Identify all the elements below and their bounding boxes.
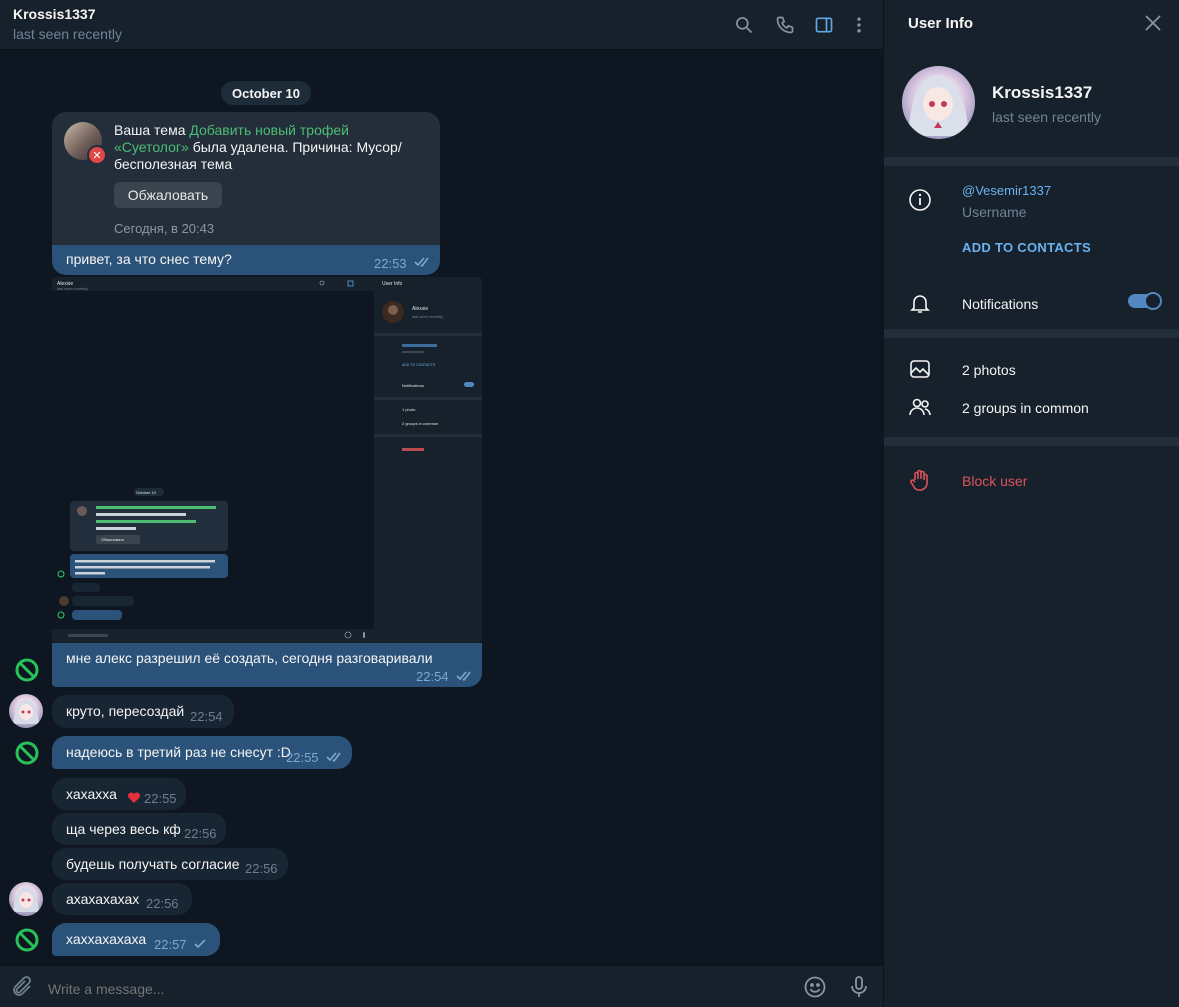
toggle-knob — [1144, 292, 1162, 310]
message-time: 22:56 — [146, 896, 179, 911]
shot-button: Обжаловать — [101, 537, 124, 542]
groups-in-common-link[interactable]: 2 groups in common — [962, 400, 1089, 416]
emoji-icon[interactable] — [803, 975, 827, 999]
message-time: 22:57 — [154, 937, 187, 952]
profile-avatar[interactable] — [902, 66, 975, 139]
message-list[interactable]: October 10 ✕ Ваша тема Добавить новый тр… — [0, 51, 883, 965]
notification-text: Ваша тема Добавить новый трофей «Суетоло… — [114, 122, 424, 173]
double-check-icon — [326, 752, 341, 762]
ban-icon — [14, 740, 40, 766]
message-text: надеюсь в третий раз не снесут :D — [66, 744, 291, 760]
message-bubble[interactable]: ахахахахах 22:56 — [52, 883, 192, 915]
section-divider — [884, 329, 1179, 338]
photo-icon — [910, 360, 930, 378]
forwarded-notification[interactable]: ✕ Ваша тема Добавить новый трофей «Суето… — [52, 112, 440, 245]
screenshot-image[interactable]: Alexsie last seen recently User Info Ale… — [52, 277, 482, 643]
double-check-icon — [456, 671, 471, 681]
telegram-window: Krossis1337 last seen recently October 1… — [0, 0, 1179, 1007]
message-time: 22:56 — [245, 861, 278, 876]
shot-status: last seen recently — [57, 286, 88, 291]
panel-title: User Info — [908, 15, 974, 32]
shot-photos: 1 photo — [402, 407, 416, 412]
message-composer — [0, 965, 883, 1007]
message-time: 22:53 — [374, 256, 407, 271]
username-label: Username — [962, 204, 1027, 220]
profile-name: Krossis1337 — [992, 83, 1093, 102]
add-to-contacts-button[interactable]: ADD TO CONTACTS — [962, 240, 1091, 255]
message-text: хаххахахаха — [66, 931, 147, 947]
message-text: ахахахахах — [66, 891, 140, 907]
photos-link[interactable]: 2 photos — [962, 362, 1016, 378]
heart-icon[interactable] — [127, 792, 141, 804]
message-bubble[interactable]: надеюсь в третий раз не снесут :D 22:55 — [52, 736, 352, 769]
chat-title[interactable]: Krossis1337 — [13, 6, 96, 22]
appeal-button[interactable]: Обжаловать — [114, 182, 222, 208]
notification-date: Сегодня, в 20:43 — [114, 221, 215, 236]
avatar[interactable] — [9, 882, 43, 916]
message-time: 22:54 — [190, 709, 223, 724]
message-text: мне алекс разрешил её создать, сегодня р… — [66, 650, 433, 666]
message-text: будешь получать согласие — [66, 856, 240, 872]
screenshot-content: Alexsie last seen recently User Info Ale… — [52, 277, 482, 643]
close-icon[interactable] — [1142, 12, 1164, 34]
message-time: 22:56 — [184, 826, 217, 841]
user-info-panel: User Info Krossis1337 last seen recently… — [883, 0, 1179, 1007]
shot-add-contacts: ADD TO CONTACTS — [402, 363, 436, 367]
double-check-icon — [414, 257, 429, 267]
shot-panel-status: last seen recently — [412, 314, 443, 319]
chat-header: Krossis1337 last seen recently — [0, 0, 883, 50]
shot-panel-title: User Info — [382, 281, 403, 287]
message-input[interactable] — [48, 981, 768, 997]
shot-groups: 2 groups in common — [402, 421, 438, 426]
attach-icon[interactable] — [10, 975, 34, 999]
chat-pane: Krossis1337 last seen recently October 1… — [0, 0, 883, 1007]
date-separator: October 10 — [221, 81, 311, 105]
message-bubble[interactable]: ща через весь кф 22:56 — [52, 813, 226, 845]
section-divider — [884, 157, 1179, 166]
message-text: хахахха — [66, 786, 117, 802]
shot-notifications: Notifications — [402, 383, 424, 388]
notifications-label: Notifications — [962, 296, 1039, 312]
avatar[interactable] — [9, 694, 43, 728]
username-value[interactable]: @Vesemir1337 — [962, 183, 1051, 198]
ban-icon — [14, 657, 40, 683]
notifications-toggle[interactable] — [1128, 292, 1162, 310]
info-icon — [909, 189, 931, 211]
single-check-icon — [194, 939, 206, 949]
message-bubble[interactable]: привет, за что снес тему? 22:53 — [52, 245, 440, 275]
search-icon[interactable] — [732, 13, 756, 37]
message-bubble[interactable]: хахахха 22:55 — [52, 778, 186, 810]
bell-icon — [910, 295, 930, 313]
ban-icon — [14, 927, 40, 953]
profile-status: last seen recently — [992, 109, 1101, 125]
block-user-button[interactable]: Block user — [962, 473, 1027, 489]
message-bubble[interactable]: мне алекс разрешил её создать, сегодня р… — [52, 643, 482, 687]
message-text: привет, за что снес тему? — [66, 251, 232, 267]
message-text: ща через весь кф — [66, 821, 181, 837]
message-time: 22:55 — [144, 791, 177, 806]
section-divider — [884, 437, 1179, 446]
shot-date: October 10 — [136, 490, 157, 495]
message-time: 22:54 — [416, 669, 449, 684]
more-icon[interactable] — [847, 13, 871, 37]
message-bubble[interactable]: будешь получать согласие 22:56 — [52, 848, 288, 880]
hand-icon — [910, 469, 928, 491]
message-text: круто, пересоздай — [66, 703, 185, 719]
phone-icon[interactable] — [773, 13, 797, 37]
group-icon — [909, 398, 931, 416]
message-time: 22:55 — [286, 750, 319, 765]
message-bubble[interactable]: круто, пересоздай 22:54 — [52, 695, 234, 728]
shot-panel-name: Alexsie — [412, 306, 428, 312]
notification-prefix: Ваша тема — [114, 122, 190, 138]
removed-badge-icon: ✕ — [87, 145, 107, 165]
message-bubble[interactable]: хаххахахаха 22:57 — [52, 923, 220, 956]
chat-status: last seen recently — [13, 26, 122, 42]
microphone-icon[interactable] — [847, 975, 871, 999]
sidebar-icon[interactable] — [812, 13, 836, 37]
